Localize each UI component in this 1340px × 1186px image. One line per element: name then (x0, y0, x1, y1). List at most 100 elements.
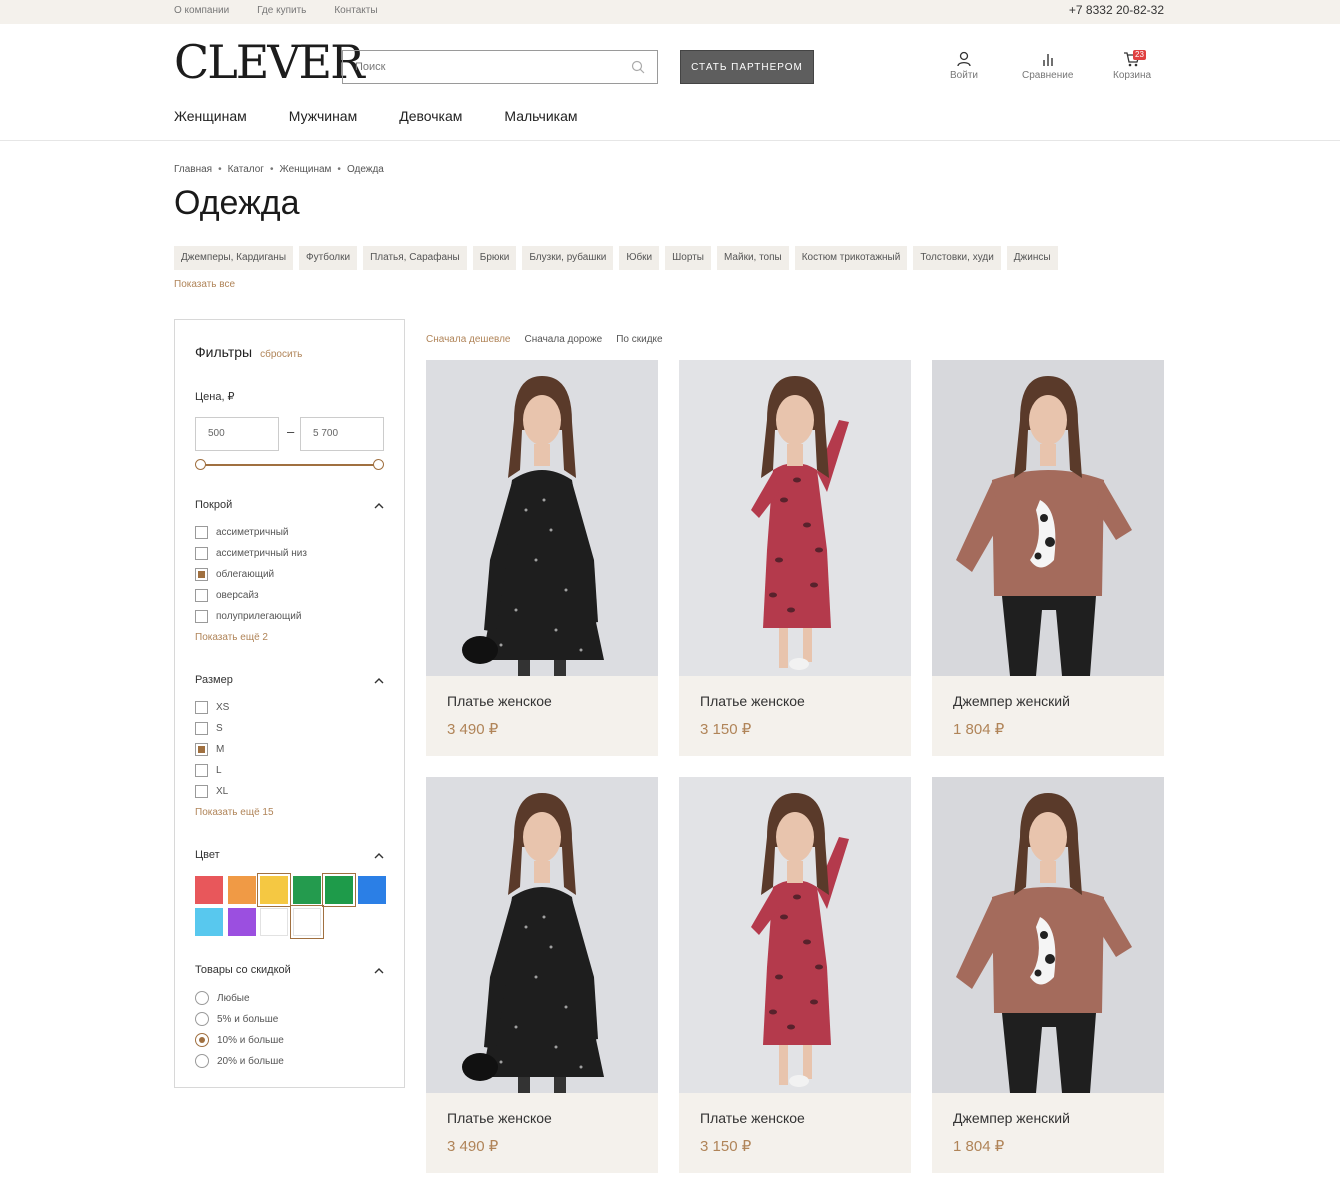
discount-option[interactable]: Любые (195, 991, 250, 1005)
cut-section-title[interactable]: Покрой (195, 499, 232, 511)
product-name[interactable]: Платье женское (700, 693, 805, 709)
product-name[interactable]: Платье женское (700, 1110, 805, 1126)
breadcrumb-home[interactable]: Главная (174, 164, 212, 175)
product-card[interactable]: Платье женское 3 150 ₽ (679, 360, 911, 756)
compare-button[interactable]: Сравнение (1022, 50, 1073, 81)
top-link-about[interactable]: О компании (174, 5, 229, 16)
radio[interactable] (195, 991, 209, 1005)
price-slider-min-handle[interactable] (195, 459, 206, 470)
color-swatch[interactable] (257, 873, 291, 907)
search-input[interactable]: Поиск (342, 50, 658, 84)
price-max-input[interactable]: 5 700 (300, 417, 384, 451)
product-image[interactable] (679, 360, 911, 676)
category-chip[interactable]: Джемперы, Кардиганы (174, 246, 294, 270)
discount-option[interactable]: 10% и больше (195, 1033, 284, 1047)
checkbox[interactable] (195, 547, 208, 560)
radio[interactable] (195, 1012, 209, 1026)
product-card[interactable]: Платье женское 3 490 ₽ (426, 777, 658, 1173)
cut-option[interactable]: полуприлегающий (195, 610, 301, 623)
sort-expensive-first[interactable]: Сначала дороже (525, 334, 603, 345)
product-image[interactable] (679, 777, 911, 1093)
color-swatch[interactable] (357, 876, 386, 904)
cut-option[interactable]: оверсайз (195, 589, 259, 602)
phone-number[interactable]: +7 8332 20-82-32 (1069, 3, 1164, 17)
product-card[interactable]: Платье женское 3 150 ₽ (679, 777, 911, 1173)
color-swatch[interactable] (289, 905, 324, 939)
product-image[interactable] (426, 360, 658, 676)
checkbox-checked[interactable] (195, 743, 208, 756)
category-chip[interactable]: Костюм трикотажный (794, 246, 908, 270)
nav-item-boys[interactable]: Мальчикам (504, 108, 577, 124)
color-swatch[interactable] (227, 908, 256, 936)
category-chip[interactable]: Майки, топы (716, 246, 789, 270)
color-swatch[interactable] (260, 908, 288, 936)
sort-cheaper-first[interactable]: Сначала дешевле (426, 334, 511, 345)
category-chip[interactable]: Футболки (299, 246, 358, 270)
size-option[interactable]: XS (195, 701, 229, 714)
nav-item-girls[interactable]: Девочкам (399, 108, 462, 124)
color-swatch[interactable] (227, 876, 256, 904)
discount-section-title[interactable]: Товары со скидкой (195, 964, 291, 976)
breadcrumb-catalog[interactable]: Каталог (228, 164, 264, 175)
checkbox[interactable] (195, 526, 208, 539)
sort-by-discount[interactable]: По скидке (616, 334, 662, 345)
radio[interactable] (195, 1054, 209, 1068)
category-chip[interactable]: Брюки (472, 246, 517, 270)
size-show-more-link[interactable]: Показать ещё 15 (195, 807, 274, 818)
size-section-title[interactable]: Размер (195, 674, 233, 686)
cart-button[interactable]: 23 Корзина (1113, 50, 1151, 81)
checkbox-checked[interactable] (195, 568, 208, 581)
filters-reset-link[interactable]: сбросить (260, 349, 302, 360)
top-link-contacts[interactable]: Контакты (334, 5, 377, 16)
color-swatch[interactable] (195, 908, 223, 936)
category-chip[interactable]: Платья, Сарафаны (363, 246, 467, 270)
color-swatch[interactable] (292, 876, 321, 904)
checkbox[interactable] (195, 589, 208, 602)
price-slider-max-handle[interactable] (373, 459, 384, 470)
cut-option[interactable]: облегающий (195, 568, 274, 581)
product-name[interactable]: Платье женское (447, 1110, 552, 1126)
checkbox[interactable] (195, 722, 208, 735)
product-image[interactable] (932, 777, 1164, 1093)
size-option[interactable]: L (195, 764, 222, 777)
discount-option[interactable]: 20% и больше (195, 1054, 284, 1068)
category-chip[interactable]: Блузки, рубашки (522, 246, 614, 270)
size-option[interactable]: M (195, 743, 224, 756)
product-card[interactable]: Джемпер женский 1 804 ₽ (932, 360, 1164, 756)
cut-option[interactable]: ассиметричный (195, 526, 289, 539)
nav-item-women[interactable]: Женщинам (174, 108, 247, 124)
cut-show-more-link[interactable]: Показать ещё 2 (195, 632, 268, 643)
checkbox[interactable] (195, 610, 208, 623)
chevron-up-icon[interactable] (373, 965, 385, 977)
discount-option[interactable]: 5% и больше (195, 1012, 278, 1026)
price-min-input[interactable]: 500 (195, 417, 279, 451)
product-card[interactable]: Джемпер женский 1 804 ₽ (932, 777, 1164, 1173)
become-partner-button[interactable]: СТАТЬ ПАРТНЕРОМ (680, 50, 814, 84)
product-name[interactable]: Джемпер женский (953, 1110, 1070, 1126)
category-chip[interactable]: Джинсы (1006, 246, 1058, 270)
chevron-up-icon[interactable] (373, 500, 385, 512)
checkbox[interactable] (195, 764, 208, 777)
size-option[interactable]: XL (195, 785, 228, 798)
show-all-categories-link[interactable]: Показать все (174, 279, 235, 290)
logo[interactable]: CLEVER (174, 36, 365, 88)
checkbox[interactable] (195, 785, 208, 798)
color-section-title[interactable]: Цвет (195, 849, 220, 861)
color-swatch[interactable] (322, 873, 356, 907)
category-chip[interactable]: Юбки (619, 246, 660, 270)
cut-option[interactable]: ассиметричный низ (195, 547, 307, 560)
radio-selected[interactable] (195, 1033, 209, 1047)
category-chip[interactable]: Толстовки, худи (913, 246, 1001, 270)
breadcrumb-women[interactable]: Женщинам (279, 164, 331, 175)
category-chip[interactable]: Шорты (665, 246, 711, 270)
color-swatch[interactable] (195, 876, 223, 904)
checkbox[interactable] (195, 701, 208, 714)
top-link-where-to-buy[interactable]: Где купить (257, 5, 306, 16)
login-button[interactable]: Войти (950, 50, 978, 81)
chevron-up-icon[interactable] (373, 850, 385, 862)
search-icon[interactable] (631, 60, 645, 74)
product-card[interactable]: Платье женское 3 490 ₽ (426, 360, 658, 756)
product-image[interactable] (932, 360, 1164, 676)
chevron-up-icon[interactable] (373, 675, 385, 687)
product-name[interactable]: Джемпер женский (953, 693, 1070, 709)
